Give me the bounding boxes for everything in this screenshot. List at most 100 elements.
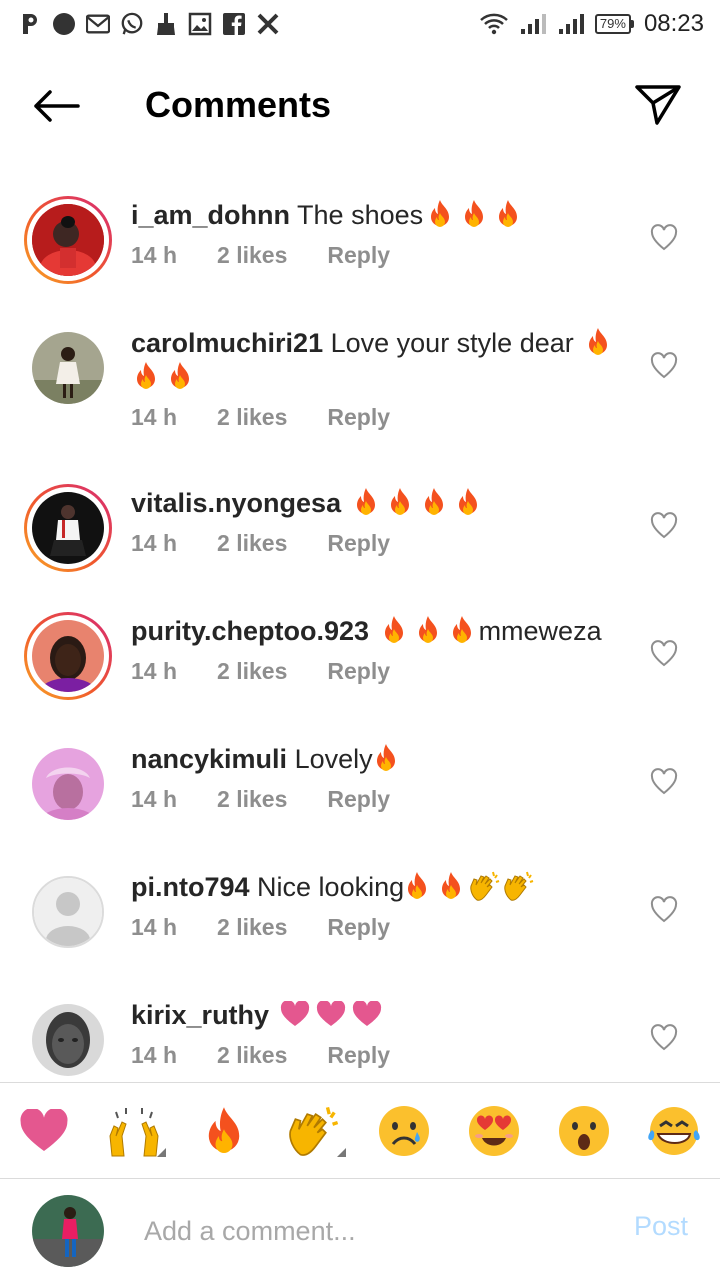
comment-meta: 14 h 2 likes Reply <box>131 242 621 269</box>
fire-emoji <box>455 487 481 517</box>
comment-time: 14 h <box>131 404 178 430</box>
heart-outline-icon[interactable] <box>650 512 678 540</box>
reply-button[interactable]: Reply <box>327 1042 390 1069</box>
comment-meta: 14 h 2 likes Reply <box>131 914 621 941</box>
avatar <box>32 492 104 564</box>
emoji-red-heart-button[interactable] <box>14 1103 74 1159</box>
comment-text: pi.nto794 Nice looking <box>131 870 621 904</box>
arrow-left-icon <box>34 90 80 122</box>
comment-text: vitalis.nyongesa <box>131 486 621 520</box>
tears-of-joy-face-icon <box>648 1107 700 1155</box>
avatar-wrap[interactable] <box>24 996 112 1080</box>
back-button[interactable] <box>28 82 84 130</box>
comment-message: mmeweza <box>478 616 602 646</box>
battery-level: 79% <box>594 14 631 34</box>
reply-button[interactable]: Reply <box>327 658 390 685</box>
clapping-hands-icon <box>287 1104 341 1158</box>
signal-icon <box>519 12 547 36</box>
heart-outline-icon[interactable] <box>650 896 678 924</box>
status-bar: 79% 08:23 <box>0 0 720 48</box>
reply-button[interactable]: Reply <box>327 530 390 557</box>
comment-time: 14 h <box>131 1042 178 1068</box>
reply-button[interactable]: Reply <box>327 786 390 813</box>
heart-outline-icon[interactable] <box>650 640 678 668</box>
reply-button[interactable]: Reply <box>327 914 390 941</box>
fire-emoji <box>381 615 407 645</box>
avatar <box>32 204 104 276</box>
heart-emoji <box>280 1001 310 1027</box>
page-title: Comments <box>145 84 332 125</box>
fire-emoji <box>133 361 159 391</box>
comment-likes[interactable]: 2 likes <box>217 914 287 941</box>
avatar-wrap[interactable] <box>24 324 112 412</box>
reply-button[interactable]: Reply <box>327 404 390 431</box>
comment-text: kirix_ruthy <box>131 998 621 1032</box>
emoji-fire-button[interactable] <box>194 1103 254 1159</box>
surprised-face-icon <box>559 1106 609 1156</box>
avatar-story-ring[interactable] <box>24 196 112 284</box>
clapping-hands-emoji <box>503 870 535 902</box>
fire-emoji <box>449 615 475 645</box>
emoji-tears-of-joy-button[interactable] <box>644 1103 704 1159</box>
comment-input[interactable] <box>144 1207 604 1255</box>
comment-likes[interactable]: 2 likes <box>217 242 287 269</box>
emoji-raising-hands-button[interactable] <box>104 1103 166 1159</box>
share-button[interactable] <box>632 78 684 130</box>
heart-outline-icon[interactable] <box>650 1024 678 1052</box>
header: Comments <box>0 48 720 160</box>
current-user-avatar <box>32 1195 104 1267</box>
heart-emoji <box>352 1001 382 1027</box>
comment-username[interactable]: purity.cheptoo.923 <box>131 616 369 646</box>
clock: 08:23 <box>643 10 704 37</box>
comment-message: Love your style dear <box>330 328 574 358</box>
comment-list[interactable]: i_am_dohnn The shoes 14 h 2 likes Reply … <box>0 188 720 1080</box>
heart-emoji <box>316 1001 346 1027</box>
comment-username[interactable]: kirix_ruthy <box>131 1000 269 1030</box>
fire-icon <box>202 1105 246 1157</box>
heart-outline-icon[interactable] <box>650 352 678 380</box>
comment-username[interactable]: carolmuchiri21 <box>131 328 323 358</box>
wifi-icon <box>479 12 509 36</box>
comment-item: carolmuchiri21 Love your style dear 14 h… <box>0 316 720 476</box>
post-button[interactable]: Post <box>634 1211 688 1242</box>
emoji-surprised-face-button[interactable] <box>554 1103 614 1159</box>
fire-emoji <box>495 199 521 229</box>
emoji-clapping-hands-button[interactable] <box>284 1103 346 1159</box>
comment-meta: 14 h 2 likes Reply <box>131 658 621 685</box>
battery-indicator: 79% <box>594 14 634 34</box>
heart-outline-icon[interactable] <box>650 224 678 252</box>
fire-emoji <box>353 487 379 517</box>
comment-username[interactable]: vitalis.nyongesa <box>131 488 341 518</box>
comment-likes[interactable]: 2 likes <box>217 404 287 431</box>
fire-emoji <box>373 743 399 773</box>
avatar-story-ring[interactable] <box>24 612 112 700</box>
avatar-story-ring[interactable] <box>24 484 112 572</box>
image-icon <box>188 12 212 36</box>
emoji-heart-eyes-button[interactable] <box>464 1103 524 1159</box>
avatar <box>32 748 104 820</box>
comment-likes[interactable]: 2 likes <box>217 658 287 685</box>
comment-likes[interactable]: 2 likes <box>217 1042 287 1069</box>
sad-face-icon <box>379 1106 429 1156</box>
heart-eyes-face-icon <box>469 1106 519 1156</box>
comment-body: vitalis.nyongesa 14 h 2 likes Reply <box>131 486 621 557</box>
avatar-wrap[interactable] <box>24 740 112 828</box>
emoji-quick-bar <box>0 1082 720 1178</box>
comment-meta: 14 h 2 likes Reply <box>131 530 621 557</box>
fire-emoji <box>167 361 193 391</box>
comment-username[interactable]: i_am_dohnn <box>131 200 290 230</box>
comment-body: i_am_dohnn The shoes 14 h 2 likes Reply <box>131 198 621 269</box>
avatar-wrap[interactable] <box>24 868 112 956</box>
comment-likes[interactable]: 2 likes <box>217 786 287 813</box>
fire-emoji <box>387 487 413 517</box>
heart-outline-icon[interactable] <box>650 768 678 796</box>
p-icon <box>18 12 42 36</box>
comment-likes[interactable]: 2 likes <box>217 530 287 557</box>
fire-emoji <box>585 327 611 357</box>
comment-item: i_am_dohnn The shoes 14 h 2 likes Reply <box>0 188 720 316</box>
emoji-sad-face-button[interactable] <box>374 1103 434 1159</box>
reply-button[interactable]: Reply <box>327 242 390 269</box>
comment-username[interactable]: nancykimuli <box>131 744 287 774</box>
default-avatar <box>32 876 104 948</box>
comment-username[interactable]: pi.nto794 <box>131 872 250 902</box>
